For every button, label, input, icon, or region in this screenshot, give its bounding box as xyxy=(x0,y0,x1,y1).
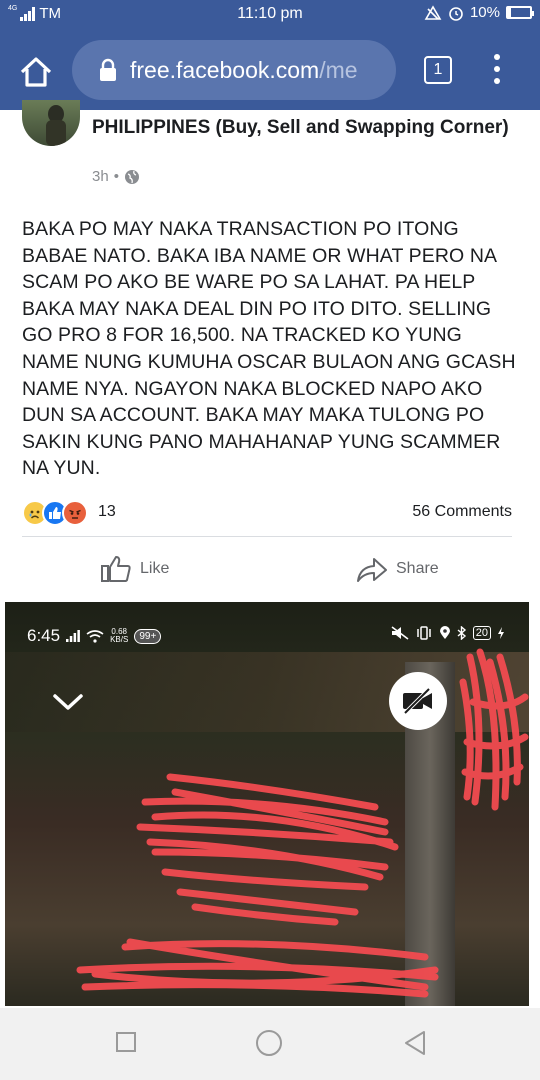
like-button[interactable]: Like xyxy=(100,552,169,586)
url-host: free.facebook.com xyxy=(130,56,320,83)
browser-toolbar: free.facebook.com/me 1 xyxy=(0,30,540,110)
status-bar: 4G TM 11:10 pm 10% xyxy=(0,0,540,30)
lock-icon xyxy=(100,58,116,81)
post-meta: 3h • xyxy=(92,168,140,185)
data-saver-icon xyxy=(424,4,442,20)
globe-icon xyxy=(124,169,139,184)
home-circle-icon[interactable] xyxy=(256,1030,282,1056)
redaction-scribbles xyxy=(76,648,529,998)
post-time[interactable]: 3h xyxy=(92,168,109,185)
thumbs-up-icon xyxy=(101,556,131,582)
avatar[interactable] xyxy=(22,100,80,146)
share-button[interactable]: Share xyxy=(356,552,439,586)
tabs-icon[interactable]: 1 xyxy=(424,56,452,84)
group-name[interactable]: PHILIPPINES (Buy, Sell and Swapping Corn… xyxy=(92,116,512,140)
reaction-icons[interactable] xyxy=(22,500,88,526)
meta-separator: • xyxy=(113,168,119,185)
reaction-count[interactable]: 13 xyxy=(98,503,116,521)
status-icons: 10% xyxy=(424,4,534,21)
alarm-icon xyxy=(449,6,463,21)
battery-icon xyxy=(506,6,534,19)
post-body: BAKA PO MAY NAKA TRANSACTION PO ITONG BA… xyxy=(22,218,516,480)
like-label: Like xyxy=(140,560,170,577)
back-icon[interactable] xyxy=(402,1030,428,1056)
share-icon xyxy=(357,558,387,582)
more-vert-icon[interactable] xyxy=(494,54,500,90)
post-image[interactable]: 6:45 0.68 KB/S 99+ 20 xyxy=(5,602,529,1006)
url-path: /me xyxy=(319,56,358,83)
tab-count: 1 xyxy=(433,61,443,78)
angry-icon xyxy=(62,500,88,526)
recents-icon[interactable] xyxy=(116,1032,136,1052)
address-bar[interactable]: free.facebook.com/me xyxy=(72,40,396,100)
comments-link[interactable]: 56 Comments xyxy=(412,503,512,521)
share-label: Share xyxy=(396,560,439,577)
battery-percent: 10% xyxy=(469,4,500,21)
home-icon[interactable] xyxy=(18,54,54,90)
divider xyxy=(22,536,512,537)
